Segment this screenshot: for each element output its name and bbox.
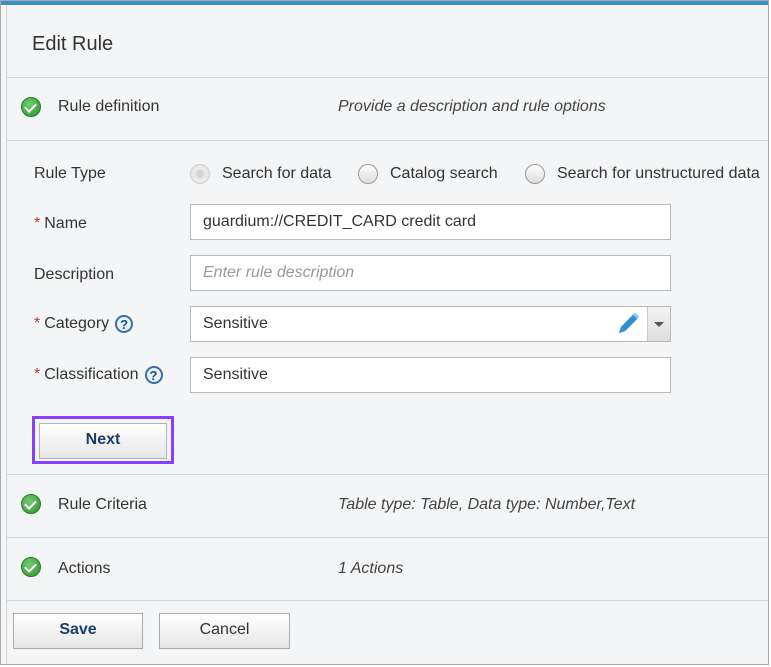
cancel-button[interactable]: Cancel — [159, 613, 290, 649]
section-rule-definition[interactable]: Rule definition Provide a description an… — [7, 78, 768, 140]
help-icon[interactable]: ? — [144, 366, 163, 384]
section-description: Provide a description and rule options — [338, 98, 606, 115]
radio-button-icon — [358, 164, 378, 184]
required-mark: * — [34, 315, 41, 333]
name-label-text: Name — [44, 215, 87, 232]
dialog-title: Edit Rule — [32, 33, 114, 55]
radio-label: Catalog search — [390, 165, 498, 182]
section-label: Rule Criteria — [58, 496, 147, 513]
pencil-edit-icon[interactable] — [610, 307, 646, 341]
edit-rule-dialog: Edit Rule Rule definition Provide a desc… — [0, 0, 769, 665]
check-circle-icon — [21, 494, 41, 514]
section-description: Table type: Table, Data type: Number,Tex… — [338, 496, 636, 513]
category-value: Sensitive — [203, 315, 268, 332]
category-label-text: Category — [44, 315, 110, 333]
section-label: Actions — [58, 560, 111, 577]
radio-label: Search for data — [222, 165, 332, 182]
radio-label: Search for unstructured data — [557, 165, 760, 182]
rule-type-label: Rule Type — [34, 165, 106, 182]
radio-button-icon — [190, 164, 210, 184]
description-label: Description — [34, 266, 115, 283]
rule-type-radio-group: Search for data Catalog search Search fo… — [190, 163, 768, 187]
next-button[interactable]: Next — [39, 423, 167, 459]
radio-button-icon — [525, 164, 545, 184]
classification-input[interactable]: Sensitive — [190, 357, 671, 393]
section-label: Rule definition — [58, 98, 160, 115]
help-icon[interactable]: ? — [115, 315, 134, 333]
required-mark: * — [34, 215, 41, 232]
section-rule-criteria[interactable]: Rule Criteria Table type: Table, Data ty… — [7, 475, 768, 537]
dialog-body: Edit Rule Rule definition Provide a desc… — [6, 5, 768, 664]
check-circle-icon — [21, 97, 41, 117]
category-label: * Category? — [34, 315, 134, 333]
next-button-highlight: Next — [32, 416, 174, 464]
section-actions[interactable]: Actions 1 Actions — [7, 538, 768, 600]
name-label: * Name — [34, 215, 87, 233]
required-mark: * — [34, 366, 41, 384]
dialog-footer: Save Cancel — [7, 601, 768, 664]
description-input[interactable]: Enter rule description — [190, 255, 671, 291]
classification-label: * Classification? — [34, 366, 163, 384]
chevron-down-icon[interactable] — [647, 307, 670, 341]
check-circle-icon — [21, 557, 41, 577]
category-select[interactable]: Sensitive — [190, 306, 671, 342]
name-input[interactable]: guardium://CREDIT_CARD credit card — [190, 204, 671, 240]
save-button[interactable]: Save — [13, 613, 143, 649]
classification-label-text: Classification — [44, 366, 139, 384]
section-description: 1 Actions — [338, 560, 404, 577]
